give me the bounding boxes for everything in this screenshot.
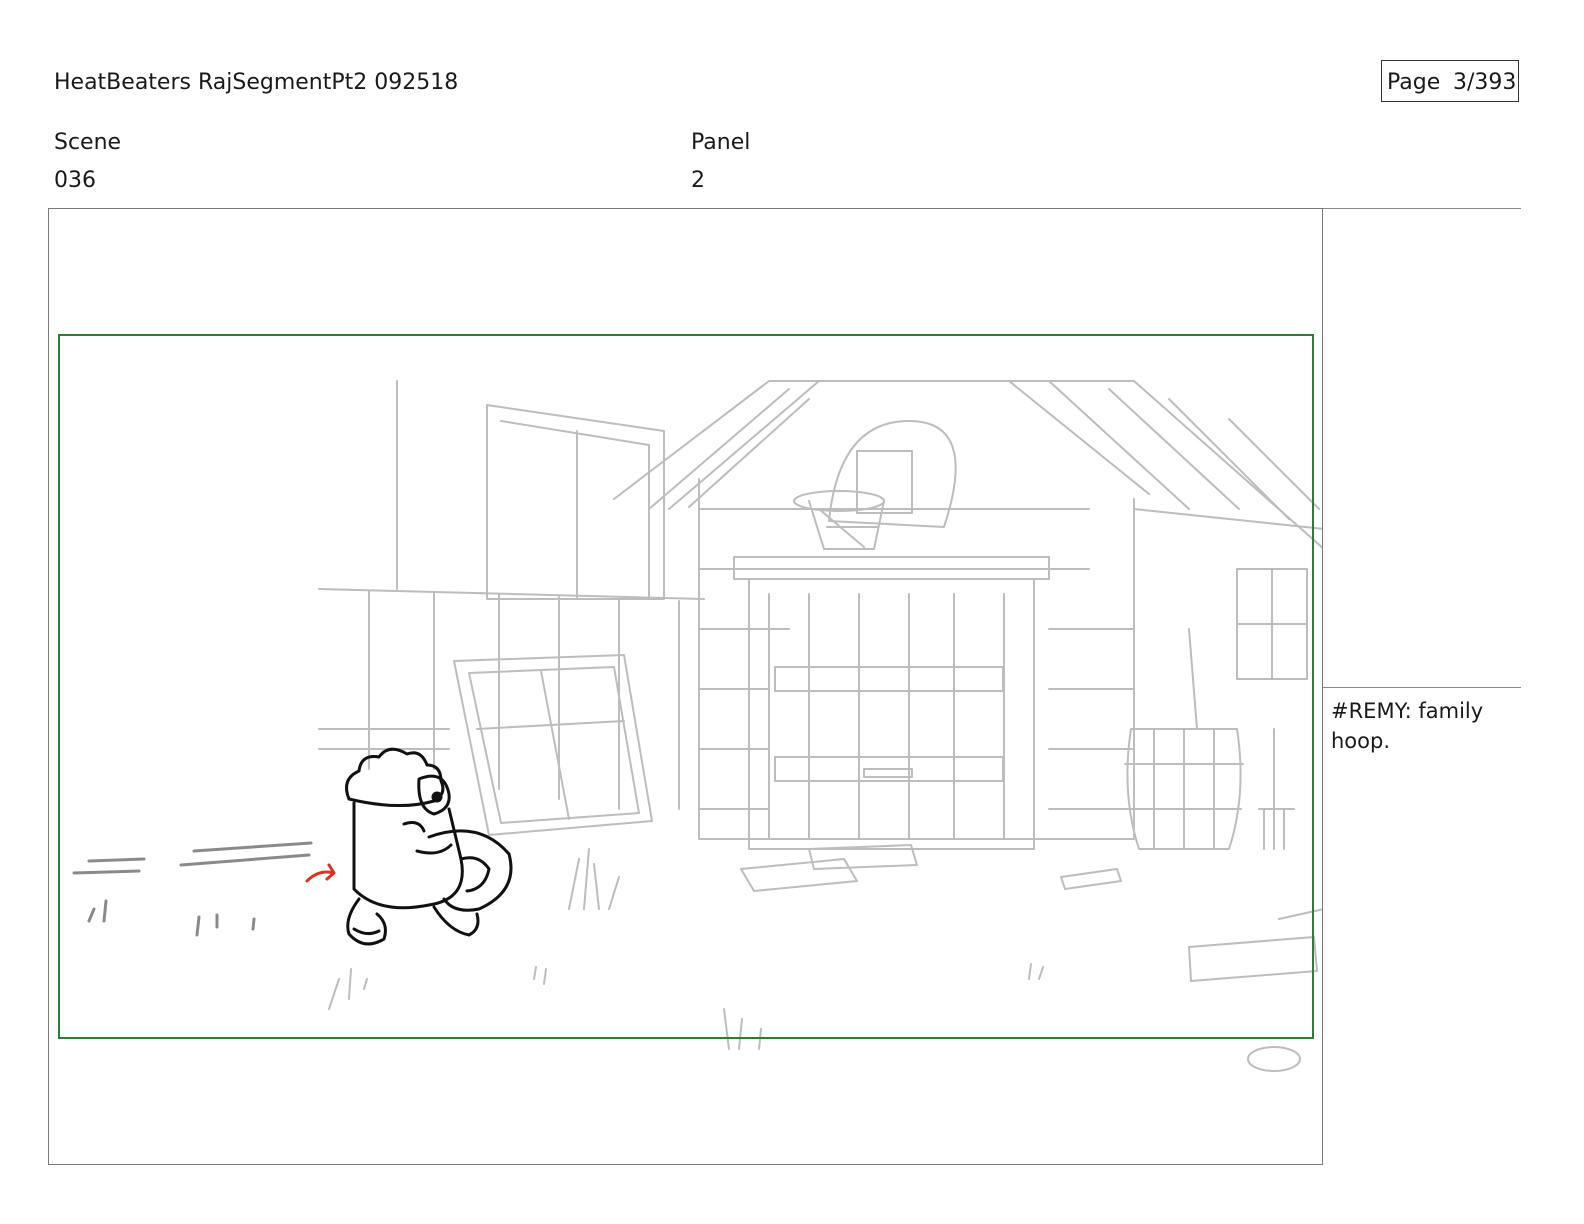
page-number: 3/393	[1453, 70, 1517, 95]
notes-divider-top	[1323, 208, 1521, 209]
document-title: HeatBeaters RajSegmentPt2 092518	[54, 70, 459, 95]
character-drawing	[345, 747, 513, 946]
background-layout	[318, 380, 1322, 1072]
scene-label: Scene	[54, 130, 122, 155]
panel-value: 2	[691, 168, 705, 193]
panel-label: Panel	[691, 130, 751, 155]
safe-frame	[58, 334, 1314, 1039]
notes-divider-dialogue	[1323, 687, 1521, 688]
ground-lines	[72, 841, 313, 937]
dialogue-note: #REMY: family hoop.	[1331, 699, 1484, 753]
storyboard-panel	[48, 208, 1323, 1165]
scene-value: 036	[54, 168, 96, 193]
action-arrow	[305, 863, 336, 883]
page-label: Page	[1387, 70, 1441, 95]
storyboard-drawing	[58, 334, 1322, 1072]
